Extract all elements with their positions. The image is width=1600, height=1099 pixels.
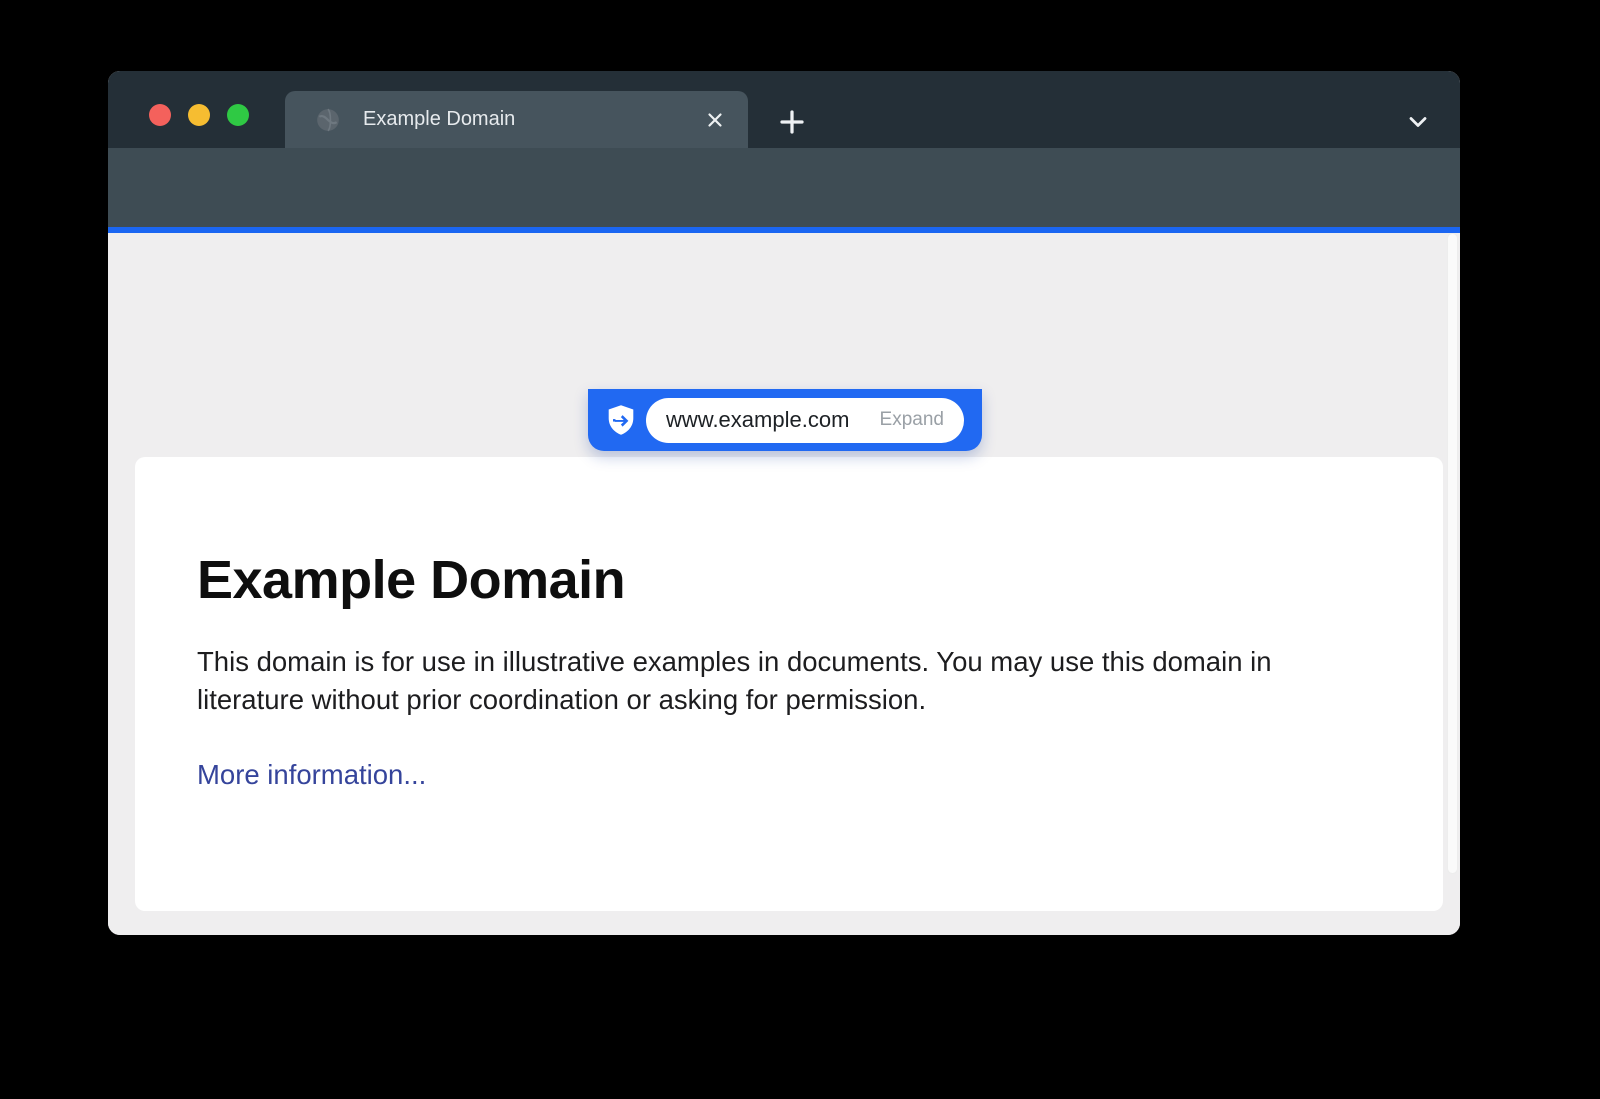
page-viewport: www.example.com Expand Example Domain Th…: [108, 233, 1460, 935]
vertical-scrollbar[interactable]: [1447, 233, 1458, 874]
more-information-link[interactable]: More information...: [197, 759, 426, 791]
expand-button[interactable]: Expand: [880, 409, 944, 431]
tab-title: Example Domain: [363, 108, 700, 131]
tab-close-icon[interactable]: [700, 105, 730, 135]
isolated-domain-text: www.example.com: [666, 407, 868, 433]
page-paragraph: This domain is for use in illustrative e…: [197, 643, 1347, 719]
tab-strip: Example Domain: [108, 71, 1460, 148]
zoom-window-button[interactable]: [227, 104, 249, 126]
browser-toolbar: browser-beta.cloudflareaccess.com/... C: [108, 148, 1460, 227]
active-tab[interactable]: Example Domain: [285, 91, 748, 148]
browser-window: Example Domain: [108, 71, 1460, 935]
isolation-accent-bar: [108, 227, 1460, 233]
isolation-banner: www.example.com Expand: [588, 389, 982, 451]
window-controls: [149, 104, 249, 126]
minimize-window-button[interactable]: [188, 104, 210, 126]
shield-arrow-icon: [606, 404, 636, 436]
isolation-domain-pill[interactable]: www.example.com Expand: [646, 398, 964, 443]
content-card: Example Domain This domain is for use in…: [135, 457, 1443, 911]
desktop-background: Example Domain: [0, 0, 1600, 1099]
globe-favicon-icon: [315, 107, 341, 133]
tab-search-chevron-down-icon[interactable]: [1400, 104, 1436, 140]
page-title: Example Domain: [197, 549, 1381, 611]
new-tab-button[interactable]: [774, 104, 810, 140]
close-window-button[interactable]: [149, 104, 171, 126]
